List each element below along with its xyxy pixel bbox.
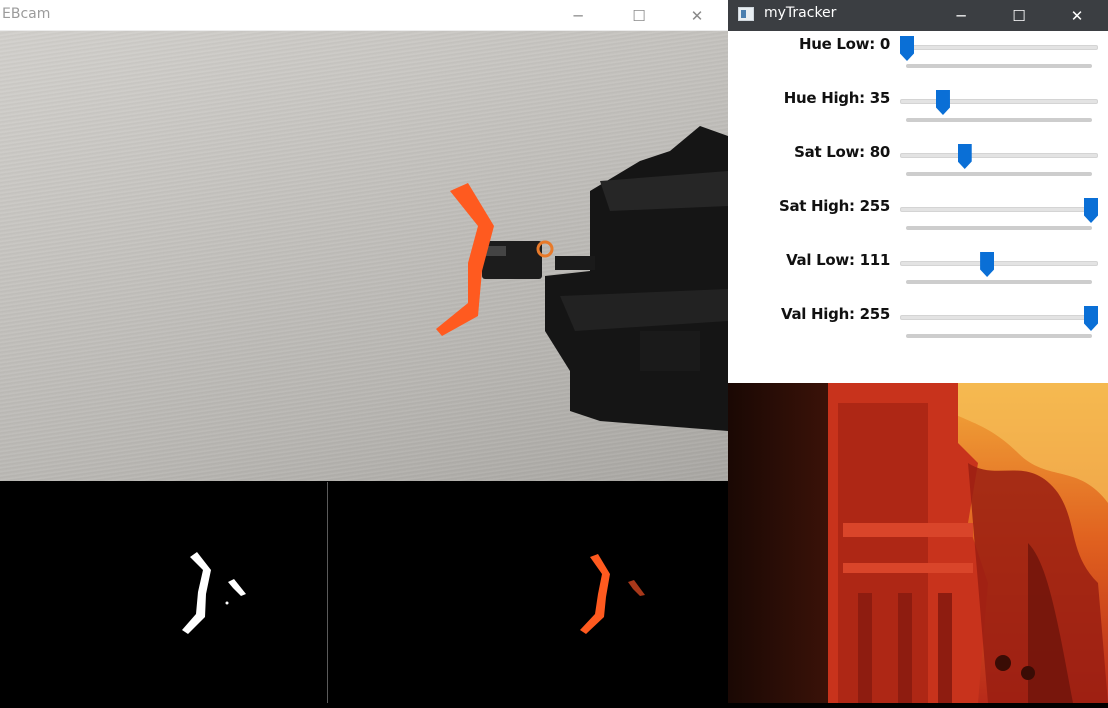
slider-underline — [906, 334, 1092, 338]
slider-underline — [906, 118, 1092, 122]
trackbar-val-high: Val High: 255 — [728, 301, 1108, 355]
trackbar-label: Hue Low: 0 — [798, 35, 890, 53]
slider-thumb[interactable] — [1084, 306, 1098, 331]
slider-underline — [906, 64, 1092, 68]
mask-view — [0, 482, 327, 703]
slider-thumb[interactable] — [957, 144, 972, 169]
tracker-maximize-button[interactable]: ☐ — [996, 0, 1042, 31]
mask-blob-gripper — [182, 552, 211, 634]
webcam-window: EBcam ─ ☐ ✕ — [0, 0, 728, 703]
mask-blob-small — [228, 579, 246, 596]
slider-thumb[interactable] — [935, 90, 950, 115]
minimize-button[interactable]: ─ — [555, 0, 601, 31]
slider-track[interactable] — [900, 315, 1098, 320]
slider-track[interactable] — [900, 261, 1098, 266]
trackbar-val-low: Val Low: 111 — [728, 247, 1108, 301]
trackbar-sat-low: Sat Low: 80 — [728, 139, 1108, 193]
tracker-minimize-button[interactable]: ─ — [938, 0, 984, 31]
result-blob-small — [628, 580, 645, 596]
trackbar-label: Sat Low: 80 — [794, 143, 890, 161]
slider-underline — [906, 280, 1092, 284]
tracker-close-button[interactable]: ✕ — [1054, 0, 1100, 31]
trackbar-label: Val Low: 111 — [786, 251, 890, 269]
trackbar-hue-low: Hue Low: 0 — [728, 31, 1108, 85]
slider-track[interactable] — [900, 153, 1098, 158]
trackbar-hue-high: Hue High: 35 — [728, 85, 1108, 139]
webcam-window-title: EBcam — [2, 6, 51, 22]
webcam-titlebar[interactable]: EBcam ─ ☐ ✕ — [0, 0, 728, 31]
desktop-background-artwork — [728, 383, 1108, 703]
maximize-button[interactable]: ☐ — [616, 0, 662, 31]
trackbar-sat-high: Sat High: 255 — [728, 193, 1108, 247]
slider-track[interactable] — [900, 45, 1098, 50]
trackbar-label: Val High: 255 — [780, 305, 890, 323]
tracker-window-title: myTracker — [764, 5, 837, 21]
slider-thumb[interactable] — [980, 252, 995, 277]
webcam-feed — [0, 31, 728, 481]
slider-thumb[interactable] — [1084, 198, 1098, 223]
trackbar-label: Sat High: 255 — [778, 197, 890, 215]
tracker-window: myTracker ─ ☐ ✕ Hue Low: 0 Hue High: 35 … — [728, 0, 1108, 383]
slider-thumb[interactable] — [900, 36, 914, 61]
slider-underline — [906, 172, 1092, 176]
result-view — [328, 482, 728, 703]
trackbar-panel: Hue Low: 0 Hue High: 35 Sat Low: 80 Sat … — [728, 31, 1108, 383]
slider-track[interactable] — [900, 207, 1098, 212]
window-app-icon — [738, 7, 754, 21]
close-button[interactable]: ✕ — [674, 0, 720, 31]
tracker-titlebar[interactable]: myTracker ─ ☐ ✕ — [728, 0, 1108, 31]
trackbar-label: Hue High: 35 — [783, 89, 891, 107]
result-blob-gripper — [580, 554, 610, 634]
slider-underline — [906, 226, 1092, 230]
robot-body — [545, 126, 728, 431]
webcam-scene — [436, 126, 728, 431]
slider-track[interactable] — [900, 99, 1098, 104]
